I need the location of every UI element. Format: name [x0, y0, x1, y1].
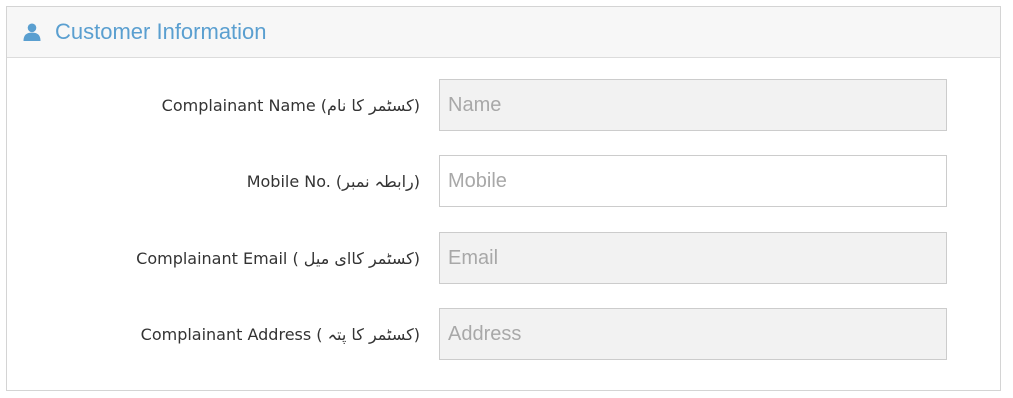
form-row-name: Complainant Name (کسٹمر کا نام) — [7, 79, 1000, 131]
complainant-name-label: Complainant Name (کسٹمر کا نام) — [161, 95, 420, 115]
complainant-address-input[interactable] — [439, 308, 947, 360]
customer-information-panel: Customer Information Complainant Name (ک… — [6, 6, 1001, 391]
form-row-email: Complainant Email ( کسٹمر کاای میل) — [7, 232, 1000, 284]
complainant-email-label: Complainant Email ( کسٹمر کاای میل) — [136, 248, 420, 268]
complainant-email-input[interactable] — [439, 232, 947, 284]
panel-title: Customer Information — [55, 19, 267, 44]
panel-header: Customer Information — [7, 7, 1000, 58]
complainant-address-label: Complainant Address ( کسٹمر کا پتہ) — [140, 324, 420, 344]
complainant-name-input[interactable] — [439, 79, 947, 131]
mobile-number-label: Mobile No. (رابطہ نمبر) — [246, 171, 420, 191]
user-icon — [23, 23, 41, 41]
form-row-address: Complainant Address ( کسٹمر کا پتہ) — [7, 308, 1000, 360]
form-row-mobile: Mobile No. (رابطہ نمبر) — [7, 155, 1000, 207]
mobile-number-input[interactable] — [439, 155, 947, 207]
